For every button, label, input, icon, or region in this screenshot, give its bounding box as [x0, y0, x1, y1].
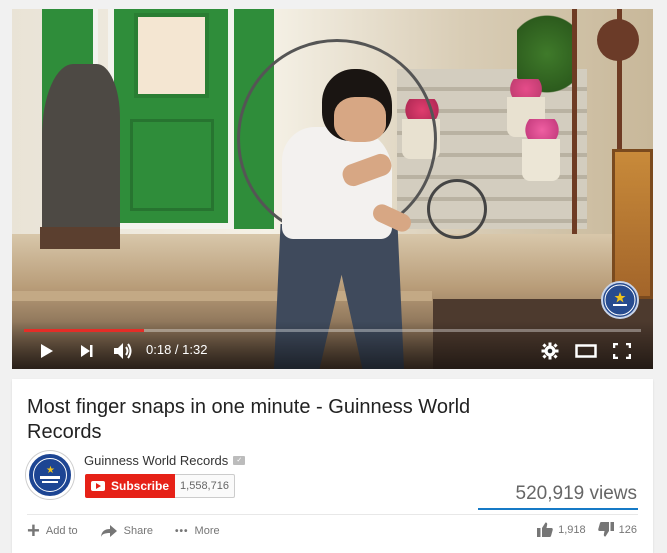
video-title: Most finger snaps in one minute - Guinne…	[27, 396, 471, 443]
volume-icon	[114, 343, 132, 359]
scene-boxing-gloves	[597, 19, 639, 61]
star-icon: ★	[46, 465, 55, 476]
scene-person-face	[334, 97, 386, 142]
settings-button[interactable]	[540, 340, 560, 362]
video-frame[interactable]	[12, 9, 653, 369]
avatar-bar	[42, 481, 58, 483]
scene-person-shirt	[282, 127, 392, 239]
progress-played	[24, 329, 145, 332]
subscriber-count: 1,558,716	[175, 474, 235, 498]
dislike-button[interactable]: 126	[597, 522, 637, 537]
action-bar: + Add to Share ••• More	[27, 518, 220, 543]
scene-flower-pot	[522, 139, 560, 181]
thumbs-up-icon	[537, 522, 553, 537]
current-time: 0:18	[146, 342, 172, 357]
video-info-card: Most finger snaps in one minute - Guinne…	[12, 379, 653, 553]
scene-horse-statue	[42, 64, 120, 244]
dots-icon: •••	[175, 525, 189, 537]
avatar-bar	[40, 476, 60, 479]
channel-avatar[interactable]: ★	[26, 451, 74, 499]
fullscreen-button[interactable]	[612, 340, 632, 362]
duration: 1:32	[182, 342, 208, 357]
dislike-count: 126	[618, 523, 637, 536]
time-display: 0:18 / 1:32	[146, 342, 207, 357]
scene-statue-base	[40, 227, 120, 249]
like-count: 1,918	[558, 523, 586, 536]
fullscreen-icon	[613, 343, 631, 359]
theater-mode-button[interactable]	[574, 340, 598, 362]
theater-mode-icon	[575, 344, 597, 358]
divider	[27, 514, 638, 515]
add-to-button[interactable]: + Add to	[27, 518, 78, 543]
sentiment-bar	[478, 508, 638, 510]
scene-door	[108, 9, 234, 229]
add-to-label: Add to	[45, 525, 78, 537]
like-button[interactable]: 1,918	[537, 522, 586, 537]
plus-icon: +	[27, 518, 40, 543]
play-button[interactable]	[38, 340, 56, 362]
time-separator: /	[171, 342, 183, 357]
progress-bar[interactable]	[24, 329, 641, 332]
more-label: More	[194, 525, 220, 537]
channel-name[interactable]: Guinness World Records	[84, 453, 228, 468]
gear-icon	[541, 342, 559, 360]
next-icon	[81, 345, 93, 357]
share-button[interactable]: Share	[100, 522, 153, 540]
next-button[interactable]	[78, 340, 96, 362]
watermark-seal-icon	[604, 284, 636, 316]
rating-bar: 1,918 126	[537, 522, 637, 537]
gwr-watermark-logo	[601, 281, 639, 319]
youtube-play-icon	[91, 481, 105, 491]
scene-penny-farthing-small-wheel	[427, 179, 487, 239]
thumbs-down-icon	[597, 522, 614, 537]
view-count: 520,919 views	[515, 483, 637, 504]
volume-button[interactable]	[112, 340, 134, 362]
share-label: Share	[123, 525, 154, 537]
verified-icon: ✓	[233, 456, 246, 465]
scene-picture-frame	[612, 149, 653, 299]
subscribe-label: Subscribe	[111, 479, 170, 493]
play-icon	[41, 344, 53, 358]
more-button[interactable]: ••• More	[175, 522, 220, 540]
share-arrow-icon	[100, 525, 117, 537]
scene-flowers	[517, 119, 567, 141]
video-player[interactable]: 0:18 / 1:32	[12, 9, 653, 369]
subscribe-button[interactable]: Subscribe	[85, 474, 175, 498]
scene-flowers	[502, 79, 550, 99]
channel-name-row: Guinness World Records ✓	[84, 453, 246, 468]
